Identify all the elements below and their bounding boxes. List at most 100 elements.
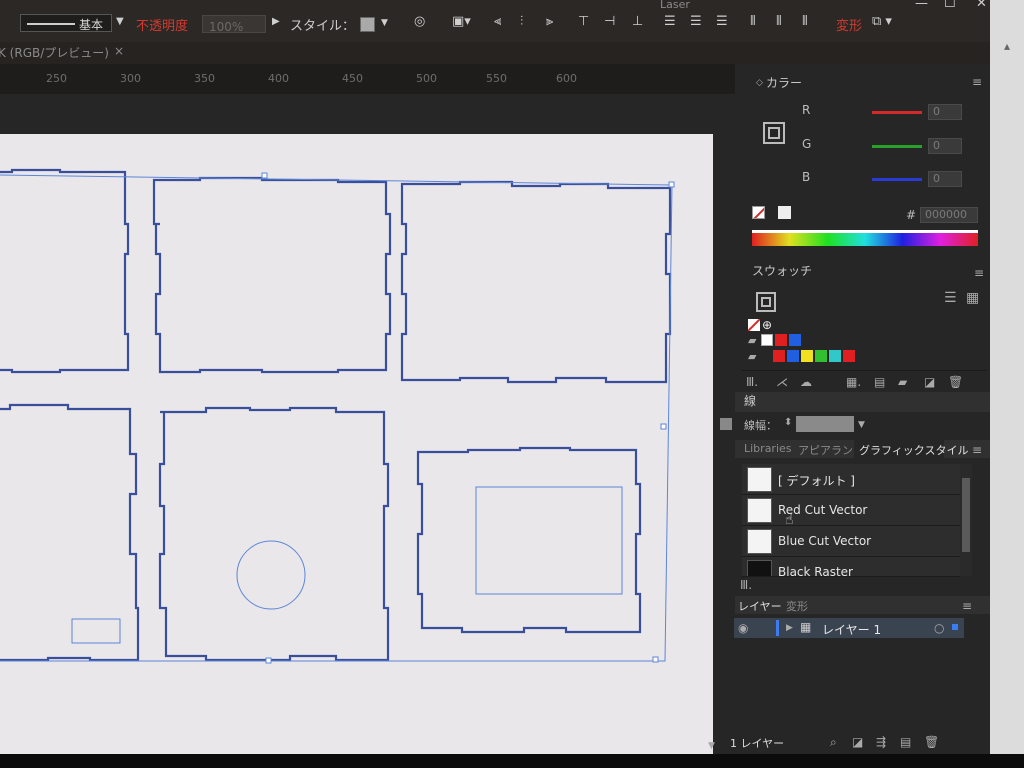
- channel-label: G: [802, 137, 812, 151]
- swatch-options-icon[interactable]: ▤: [874, 376, 885, 388]
- style-row-red-cut[interactable]: Red Cut Vector: [742, 495, 960, 526]
- tab-graphic-styles[interactable]: グラフィックスタイル: [859, 442, 968, 458]
- chevron-down-icon[interactable]: ▼: [858, 419, 865, 431]
- align-left-icon[interactable]: ⫷: [494, 14, 501, 29]
- cloud-icon[interactable]: ☁: [800, 376, 812, 388]
- stroke-weight-input[interactable]: [796, 416, 854, 432]
- distribute-left-icon[interactable]: ⦀: [750, 14, 756, 29]
- close-tab-icon[interactable]: ×: [114, 44, 124, 58]
- align-top-icon[interactable]: ⊤: [578, 14, 589, 29]
- align-right-icon[interactable]: ⫸: [546, 14, 553, 29]
- channel-slider[interactable]: [872, 145, 922, 148]
- distribute-middle-icon[interactable]: ☰: [690, 14, 702, 29]
- swatch[interactable]: [829, 350, 841, 362]
- visibility-eye-icon[interactable]: ◉: [738, 622, 748, 634]
- distribute-center-icon[interactable]: ⦀: [776, 14, 782, 29]
- stepper-icon[interactable]: ⬍: [784, 417, 792, 429]
- grid-view-icon[interactable]: ▦: [966, 291, 979, 305]
- selection-indicator[interactable]: [952, 624, 958, 630]
- distribute-bottom-icon[interactable]: ☰: [716, 14, 728, 29]
- tab-layers[interactable]: レイヤー: [738, 598, 782, 614]
- color-panel-title[interactable]: カラー: [766, 74, 802, 91]
- close-window-icon[interactable]: ✕: [976, 0, 987, 11]
- swatch[interactable]: [775, 334, 787, 346]
- minimize-icon[interactable]: —: [915, 0, 928, 11]
- swatch[interactable]: [787, 350, 799, 362]
- swatches-panel-title[interactable]: スウォッチ: [752, 262, 812, 279]
- expand-triangle-icon[interactable]: ▶: [786, 622, 793, 634]
- list-view-icon[interactable]: ☰: [944, 291, 957, 305]
- align-center-icon[interactable]: ⫶: [520, 14, 523, 29]
- new-swatch-icon[interactable]: ◪: [924, 376, 935, 388]
- panel-menu-icon[interactable]: ≡: [972, 444, 982, 456]
- scroll-down-icon[interactable]: ▼: [708, 740, 715, 752]
- styles-scrollbar[interactable]: [960, 464, 972, 576]
- panel-menu-icon[interactable]: ≡: [962, 600, 972, 612]
- distribute-top-icon[interactable]: ☰: [664, 14, 676, 29]
- collapse-icon[interactable]: ◇: [756, 77, 763, 89]
- document-tab[interactable]: K (RGB/プレビュー): [0, 44, 109, 61]
- align-middle-icon[interactable]: ⊣: [604, 14, 615, 29]
- opacity-input[interactable]: 100%: [202, 15, 266, 34]
- target-circle-icon[interactable]: ○: [934, 622, 944, 634]
- none-swatch-icon[interactable]: [748, 319, 760, 331]
- chevron-down-icon[interactable]: ▼: [116, 16, 124, 27]
- stroke-profile-dropdown[interactable]: 基本: [20, 14, 112, 32]
- swatch[interactable]: [843, 350, 855, 362]
- align-to-icon[interactable]: ▣▾: [452, 14, 471, 29]
- channel-slider[interactable]: [872, 111, 922, 114]
- chevron-down-icon[interactable]: ▼: [381, 18, 388, 28]
- registration-swatch-icon[interactable]: ⊕: [762, 319, 772, 331]
- recolor-icon[interactable]: ◎: [414, 14, 425, 29]
- cutout-rectangle: [71, 618, 121, 644]
- align-bottom-icon[interactable]: ⊥: [632, 14, 643, 29]
- hex-input[interactable]: 000000: [920, 207, 978, 223]
- swatch[interactable]: [815, 350, 827, 362]
- trash-icon[interactable]: 🗑: [924, 736, 939, 748]
- maximize-icon[interactable]: ☐: [944, 0, 956, 11]
- new-sublayer-icon[interactable]: ⇶: [876, 736, 886, 748]
- layer-row[interactable]: ◉ ▶ ▦ レイヤー 1 ○: [734, 618, 964, 638]
- transform-link[interactable]: 変形: [836, 15, 862, 34]
- library-icon[interactable]: Ⅲ.: [746, 376, 758, 388]
- panel-menu-icon[interactable]: ≡: [974, 267, 984, 279]
- style-swatch[interactable]: [360, 17, 375, 32]
- artwork[interactable]: [0, 134, 713, 754]
- color-spectrum[interactable]: [752, 230, 978, 246]
- swatch[interactable]: [773, 350, 785, 362]
- style-row-black-raster[interactable]: Black Raster: [742, 557, 960, 577]
- trash-icon[interactable]: 🗑: [948, 376, 963, 388]
- arrange-icon[interactable]: ⧉ ▾: [872, 14, 892, 29]
- channel-value[interactable]: 0: [928, 104, 962, 120]
- swatch[interactable]: [761, 334, 773, 346]
- hand-cursor-icon: ☝: [785, 512, 794, 528]
- distribute-right-icon[interactable]: ⦀: [802, 14, 808, 29]
- new-layer-icon[interactable]: ▤: [900, 736, 911, 748]
- channel-value[interactable]: 0: [928, 171, 962, 187]
- locate-object-icon[interactable]: ⌕: [830, 736, 837, 748]
- scroll-up-icon[interactable]: ▴: [1004, 40, 1010, 52]
- tab-libraries[interactable]: Libraries: [744, 442, 792, 455]
- swatch[interactable]: [789, 334, 801, 346]
- panel-collapse-handle[interactable]: [720, 418, 732, 430]
- swatch-kind-icon[interactable]: ▦.: [846, 376, 861, 388]
- layer-name[interactable]: レイヤー 1: [822, 621, 881, 638]
- style-name: Black Raster: [778, 565, 853, 577]
- make-clipping-mask-icon[interactable]: ◪: [852, 736, 863, 748]
- style-row-default[interactable]: [ デフォルト ]: [742, 464, 960, 495]
- white-swatch[interactable]: [778, 206, 791, 219]
- tab-transform[interactable]: 変形: [786, 598, 808, 614]
- new-color-group-icon[interactable]: ▰: [898, 376, 907, 388]
- library-icon[interactable]: Ⅲ.: [740, 579, 752, 591]
- desktop-edge: [990, 0, 1024, 768]
- link-icon[interactable]: ⋌: [776, 376, 788, 388]
- channel-slider[interactable]: [872, 178, 922, 181]
- stroke-panel-title[interactable]: 線: [744, 392, 756, 409]
- panel-menu-icon[interactable]: ≡: [972, 76, 982, 88]
- none-swatch-icon[interactable]: [752, 206, 765, 219]
- style-row-blue-cut[interactable]: Blue Cut Vector: [742, 526, 960, 557]
- swatch[interactable]: [801, 350, 813, 362]
- selection-handle: [265, 657, 272, 664]
- channel-value[interactable]: 0: [928, 138, 962, 154]
- chevron-right-icon[interactable]: ▶: [272, 16, 280, 27]
